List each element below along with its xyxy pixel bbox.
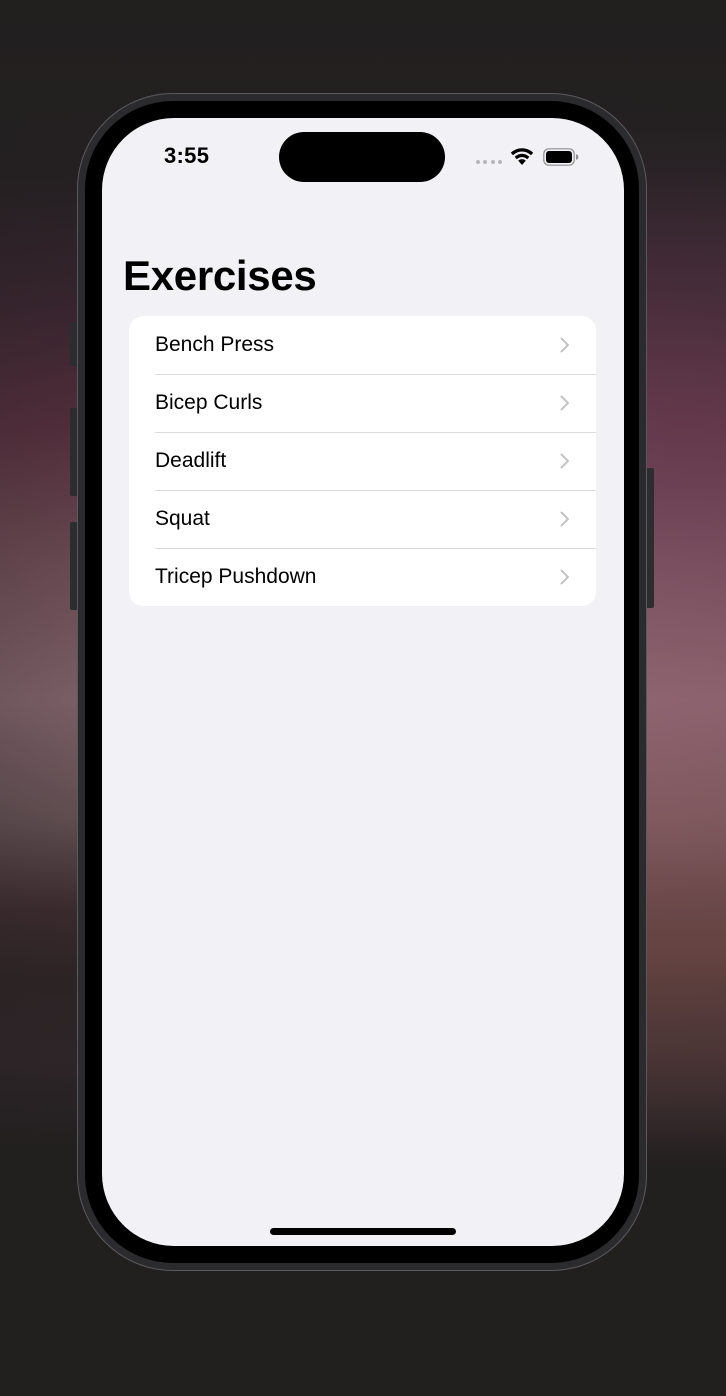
- chevron-right-icon: [560, 395, 569, 411]
- list-item-label: Bench Press: [155, 333, 275, 356]
- list-item-label: Bicep Curls: [155, 391, 263, 414]
- list-item-tricep-pushdown[interactable]: Tricep Pushdown: [129, 548, 596, 606]
- phone-screen: 3:55 Exercises Bench Press Bicep Curls D…: [102, 118, 624, 1246]
- chevron-right-icon: [560, 569, 569, 585]
- home-indicator[interactable]: [270, 1228, 456, 1235]
- side-power-button: [646, 468, 654, 608]
- chevron-right-icon: [560, 453, 569, 469]
- page-title: Exercises: [123, 252, 317, 299]
- exercise-list: Bench Press Bicep Curls Deadlift Squat T…: [129, 316, 596, 606]
- list-item-deadlift[interactable]: Deadlift: [129, 432, 596, 490]
- status-time: 3:55: [164, 143, 210, 168]
- dynamic-island: [279, 132, 445, 182]
- cellular-signal-icon: [476, 160, 502, 165]
- wifi-icon: [510, 148, 534, 165]
- chevron-right-icon: [560, 511, 569, 527]
- list-item-label: Deadlift: [155, 449, 227, 472]
- list-item-bicep-curls[interactable]: Bicep Curls: [129, 374, 596, 432]
- list-item-label: Tricep Pushdown: [155, 565, 317, 588]
- battery-icon: [543, 148, 579, 166]
- list-item-label: Squat: [155, 507, 210, 530]
- list-item-squat[interactable]: Squat: [129, 490, 596, 548]
- chevron-right-icon: [560, 337, 569, 353]
- list-item-bench-press[interactable]: Bench Press: [129, 316, 596, 374]
